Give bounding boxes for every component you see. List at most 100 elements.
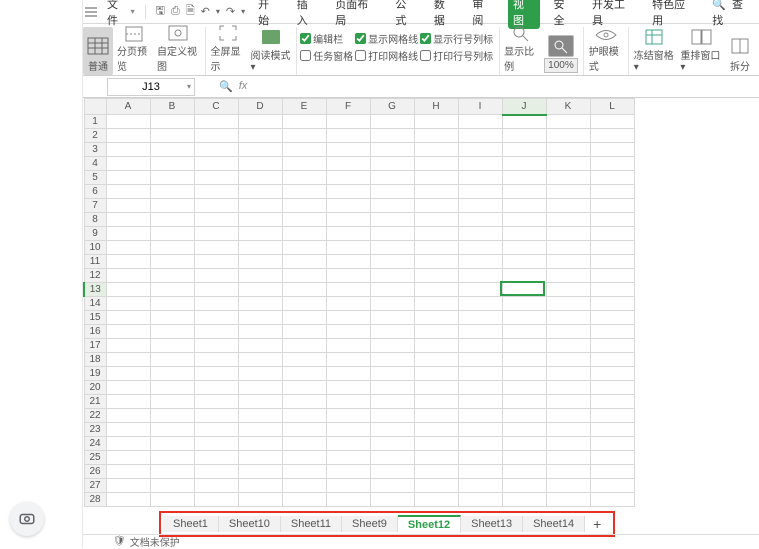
cell-I17[interactable]	[458, 339, 502, 353]
cell-K16[interactable]	[546, 325, 590, 339]
cell-C12[interactable]	[194, 269, 238, 283]
cell-C24[interactable]	[194, 437, 238, 451]
cell-D15[interactable]	[238, 311, 282, 325]
cell-L1[interactable]	[590, 115, 634, 129]
cell-J6[interactable]	[502, 185, 546, 199]
cell-J24[interactable]	[502, 437, 546, 451]
cell-K27[interactable]	[546, 479, 590, 493]
cell-E11[interactable]	[282, 255, 326, 269]
cell-I19[interactable]	[458, 367, 502, 381]
sheet-tab-sheet12[interactable]: Sheet12	[398, 515, 461, 533]
cell-E9[interactable]	[282, 227, 326, 241]
cell-F9[interactable]	[326, 227, 370, 241]
view-normal[interactable]: 普通	[83, 27, 113, 75]
cell-D18[interactable]	[238, 353, 282, 367]
row-header-13[interactable]: 13	[84, 283, 106, 297]
cell-J15[interactable]	[502, 311, 546, 325]
cell-L23[interactable]	[590, 423, 634, 437]
cell-G14[interactable]	[370, 297, 414, 311]
cell-L4[interactable]	[590, 157, 634, 171]
tab-dev[interactable]: 开发工具	[589, 0, 638, 30]
cell-H15[interactable]	[414, 311, 458, 325]
cell-B21[interactable]	[150, 395, 194, 409]
cell-K18[interactable]	[546, 353, 590, 367]
cell-E8[interactable]	[282, 213, 326, 227]
col-header-D[interactable]: D	[238, 99, 282, 115]
cell-K6[interactable]	[546, 185, 590, 199]
cell-C17[interactable]	[194, 339, 238, 353]
cell-B4[interactable]	[150, 157, 194, 171]
cell-A7[interactable]	[106, 199, 150, 213]
cell-A6[interactable]	[106, 185, 150, 199]
row-header-18[interactable]: 18	[84, 353, 106, 367]
cell-I2[interactable]	[458, 129, 502, 143]
cell-C21[interactable]	[194, 395, 238, 409]
cell-H27[interactable]	[414, 479, 458, 493]
cell-E13[interactable]	[282, 283, 326, 297]
cell-B11[interactable]	[150, 255, 194, 269]
cell-F22[interactable]	[326, 409, 370, 423]
cell-I15[interactable]	[458, 311, 502, 325]
cell-G19[interactable]	[370, 367, 414, 381]
cell-B13[interactable]	[150, 283, 194, 297]
cell-H6[interactable]	[414, 185, 458, 199]
cell-D21[interactable]	[238, 395, 282, 409]
cell-G15[interactable]	[370, 311, 414, 325]
cell-K4[interactable]	[546, 157, 590, 171]
cell-G9[interactable]	[370, 227, 414, 241]
cell-C4[interactable]	[194, 157, 238, 171]
cell-K15[interactable]	[546, 311, 590, 325]
row-header-4[interactable]: 4	[84, 157, 106, 171]
cell-H5[interactable]	[414, 171, 458, 185]
cell-F16[interactable]	[326, 325, 370, 339]
cell-C18[interactable]	[194, 353, 238, 367]
cell-I23[interactable]	[458, 423, 502, 437]
cell-F26[interactable]	[326, 465, 370, 479]
cell-C13[interactable]	[194, 283, 238, 297]
row-header-16[interactable]: 16	[84, 325, 106, 339]
cell-A16[interactable]	[106, 325, 150, 339]
cell-L3[interactable]	[590, 143, 634, 157]
row-header-24[interactable]: 24	[84, 437, 106, 451]
view-page-preview[interactable]: 分页预览	[115, 27, 153, 75]
row-header-10[interactable]: 10	[84, 241, 106, 255]
col-header-H[interactable]: H	[414, 99, 458, 115]
cell-C22[interactable]	[194, 409, 238, 423]
cell-B18[interactable]	[150, 353, 194, 367]
tab-insert[interactable]: 插入	[294, 0, 322, 30]
cell-E6[interactable]	[282, 185, 326, 199]
file-menu[interactable]: 文件▾	[107, 0, 135, 28]
cell-I27[interactable]	[458, 479, 502, 493]
cell-B23[interactable]	[150, 423, 194, 437]
cell-A13[interactable]	[106, 283, 150, 297]
cell-H11[interactable]	[414, 255, 458, 269]
cell-D1[interactable]	[238, 115, 282, 129]
cell-K20[interactable]	[546, 381, 590, 395]
arrange-windows[interactable]: 重排窗口 ▾	[678, 27, 723, 75]
row-header-2[interactable]: 2	[84, 129, 106, 143]
col-header-K[interactable]: K	[546, 99, 590, 115]
eye-mode[interactable]: 护眼模式	[587, 27, 629, 75]
cell-K28[interactable]	[546, 493, 590, 507]
cell-D16[interactable]	[238, 325, 282, 339]
redo-icon[interactable]: ↷	[226, 5, 235, 18]
cell-F21[interactable]	[326, 395, 370, 409]
cell-C20[interactable]	[194, 381, 238, 395]
cell-F5[interactable]	[326, 171, 370, 185]
cell-F1[interactable]	[326, 115, 370, 129]
row-header-19[interactable]: 19	[84, 367, 106, 381]
cell-H4[interactable]	[414, 157, 458, 171]
row-header-7[interactable]: 7	[84, 199, 106, 213]
cell-E28[interactable]	[282, 493, 326, 507]
row-header-26[interactable]: 26	[84, 465, 106, 479]
col-header-J[interactable]: J	[502, 99, 546, 115]
row-header-3[interactable]: 3	[84, 143, 106, 157]
chk-print-grid[interactable]: 打印网格线	[355, 48, 418, 63]
cell-F15[interactable]	[326, 311, 370, 325]
cell-K24[interactable]	[546, 437, 590, 451]
cell-E1[interactable]	[282, 115, 326, 129]
cell-K1[interactable]	[546, 115, 590, 129]
cell-B27[interactable]	[150, 479, 194, 493]
row-header-27[interactable]: 27	[84, 479, 106, 493]
row-header-9[interactable]: 9	[84, 227, 106, 241]
